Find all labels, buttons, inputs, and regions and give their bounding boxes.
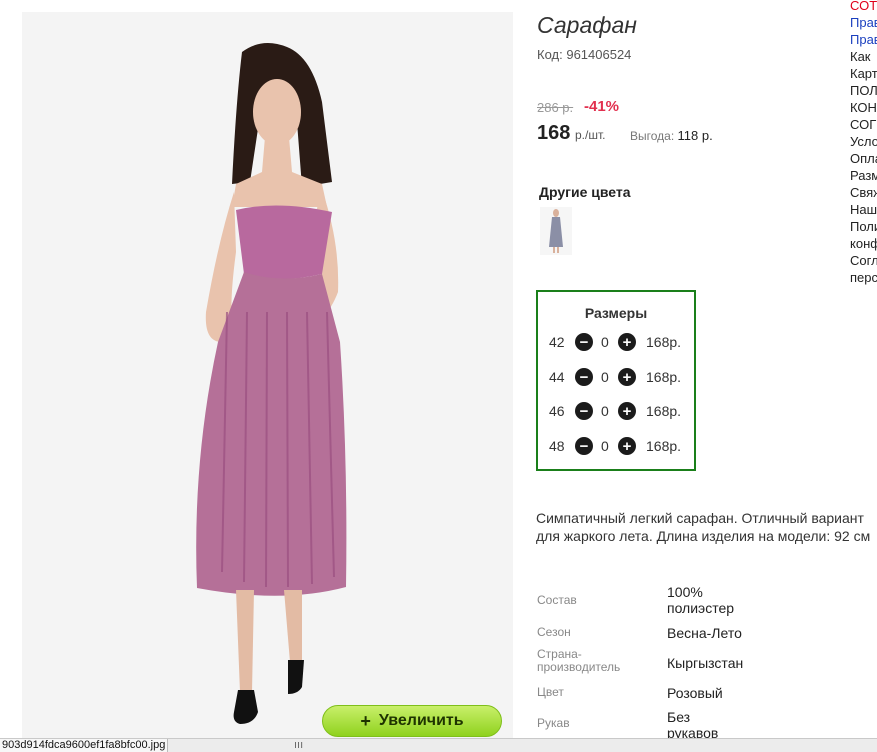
old-price: 286 р. bbox=[537, 100, 574, 115]
size-value: 48 bbox=[549, 438, 565, 454]
status-bar: 903d914fdca9600ef1fa8bfc00.jpg ııı bbox=[0, 738, 877, 752]
property-label: Рукав bbox=[537, 716, 570, 730]
sizes-title: Размеры bbox=[584, 305, 648, 321]
side-menu-item[interactable]: Поли bbox=[850, 218, 877, 235]
side-menu-item[interactable]: ПОЛ bbox=[850, 82, 877, 99]
size-price: 168р. bbox=[646, 369, 682, 385]
plus-circle-icon[interactable]: + bbox=[618, 402, 636, 420]
current-price: 168 bbox=[537, 122, 571, 144]
side-menu-item[interactable]: перс bbox=[850, 269, 877, 286]
price-unit: р./шт. bbox=[575, 128, 606, 142]
property-label: Сезон bbox=[537, 625, 571, 639]
size-price: 168р. bbox=[646, 334, 682, 350]
size-price: 168р. bbox=[646, 403, 682, 419]
resize-grip-icon[interactable]: ııı bbox=[294, 739, 303, 752]
product-photo-image bbox=[22, 12, 513, 738]
side-menu-item[interactable]: Согл bbox=[850, 252, 877, 269]
product-title: Сарафан bbox=[537, 12, 637, 38]
sizes-panel: Размеры 42 − 0 + 168р. 44 − 0 + 168р. 46… bbox=[536, 290, 696, 471]
size-quantity: 0 bbox=[601, 403, 609, 419]
benefit: Выгода: 118 р. bbox=[630, 128, 713, 143]
product-code: Код: 961406524 bbox=[537, 47, 631, 62]
size-quantity: 0 bbox=[601, 369, 609, 385]
size-price: 168р. bbox=[646, 438, 682, 454]
plus-circle-icon[interactable]: + bbox=[618, 368, 636, 386]
color-variant-thumbnail[interactable] bbox=[540, 207, 572, 255]
side-menu-item[interactable]: СОТ bbox=[850, 0, 877, 14]
minus-circle-icon[interactable]: − bbox=[575, 333, 593, 351]
side-menu-item[interactable]: Прав bbox=[850, 31, 877, 48]
zoom-button[interactable]: + Увеличить bbox=[322, 705, 502, 737]
size-row: 44 − 0 + 168р. bbox=[538, 367, 694, 387]
plus-circle-icon[interactable]: + bbox=[618, 437, 636, 455]
plus-circle-icon[interactable]: + bbox=[618, 333, 636, 351]
other-colors-heading: Другие цвета bbox=[539, 184, 631, 200]
side-menu-item[interactable]: Карт bbox=[850, 65, 877, 82]
size-value: 44 bbox=[549, 369, 565, 385]
side-menu-item[interactable]: Как bbox=[850, 48, 877, 65]
property-value: Кыргызстан bbox=[667, 655, 744, 671]
property-label: Состав bbox=[537, 593, 577, 607]
minus-circle-icon[interactable]: − bbox=[575, 437, 593, 455]
benefit-label: Выгода: bbox=[630, 129, 675, 143]
size-value: 46 bbox=[549, 403, 565, 419]
property-value: Без рукавов bbox=[667, 709, 719, 741]
size-row: 42 − 0 + 168р. bbox=[538, 332, 694, 352]
status-url: 903d914fdca9600ef1fa8bfc00.jpg bbox=[0, 739, 169, 752]
size-row: 46 − 0 + 168р. bbox=[538, 401, 694, 421]
product-code-label: Код: bbox=[537, 47, 563, 62]
side-menu-item[interactable]: Свяж bbox=[850, 184, 877, 201]
property-value: Весна-Лето bbox=[667, 625, 742, 641]
side-menu: СОТ Прав Прав Как Карт ПОЛ КОН СОГ Усло … bbox=[850, 0, 877, 286]
minus-circle-icon[interactable]: − bbox=[575, 368, 593, 386]
size-quantity: 0 bbox=[601, 334, 609, 350]
product-code-value: 961406524 bbox=[566, 47, 632, 62]
side-menu-item[interactable]: конф bbox=[850, 235, 877, 252]
size-value: 42 bbox=[549, 334, 565, 350]
product-description: Симпатичный легкий сарафан. Отличный вар… bbox=[536, 510, 871, 544]
zoom-button-label: Увеличить bbox=[378, 712, 464, 729]
side-menu-item[interactable]: СОГ bbox=[850, 116, 877, 133]
side-menu-item[interactable]: КОН bbox=[850, 99, 877, 116]
product-photo[interactable] bbox=[22, 12, 513, 738]
side-menu-item[interactable]: Прав bbox=[850, 14, 877, 31]
size-quantity: 0 bbox=[601, 438, 609, 454]
minus-circle-icon[interactable]: − bbox=[575, 402, 593, 420]
plus-icon: + bbox=[360, 710, 371, 731]
side-menu-item[interactable]: Опла bbox=[850, 150, 877, 167]
property-value: Розовый bbox=[667, 685, 723, 701]
property-value: 100% полиэстер bbox=[667, 584, 735, 616]
property-label: Цвет bbox=[537, 685, 564, 699]
side-menu-item[interactable]: Наш bbox=[850, 201, 877, 218]
property-label: Страна-производитель bbox=[537, 647, 621, 674]
side-menu-item[interactable]: Разм bbox=[850, 167, 877, 184]
size-row: 48 − 0 + 168р. bbox=[538, 436, 694, 456]
side-menu-item[interactable]: Усло bbox=[850, 133, 877, 150]
discount-badge: -41% bbox=[584, 98, 620, 115]
benefit-value: 118 р. bbox=[677, 128, 713, 143]
color-variant-image bbox=[540, 207, 572, 255]
